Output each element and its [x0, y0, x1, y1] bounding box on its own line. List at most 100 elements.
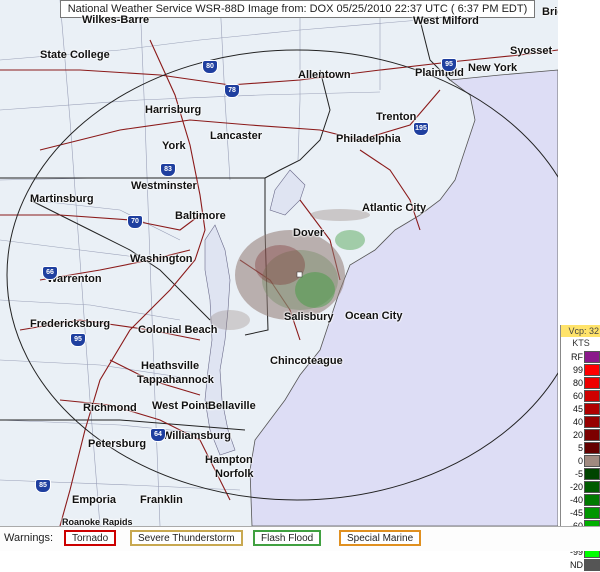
- city-label: Washington: [130, 253, 193, 265]
- legend-row: 40: [561, 416, 600, 429]
- chesapeake-bay: [204, 224, 236, 456]
- city-label: State College: [40, 49, 110, 61]
- legend-label: 0: [577, 456, 583, 466]
- legend-swatch: [584, 429, 600, 441]
- city-label: Syosset: [510, 45, 553, 57]
- legend-label: -5: [574, 469, 583, 479]
- radar-site-marker: [296, 271, 303, 278]
- city-label: Atlantic City: [362, 202, 427, 214]
- city-label: Martinsburg: [30, 193, 94, 205]
- legend-swatch: [584, 468, 600, 480]
- city-label: Wilkes-Barre: [82, 14, 150, 26]
- city-label: Richmond: [83, 402, 137, 414]
- interstate-shield: 80: [202, 60, 218, 74]
- legend-label: 45: [572, 404, 583, 414]
- warning-toggle-flash-flood[interactable]: Flash Flood: [253, 530, 322, 546]
- city-label: York: [162, 140, 186, 152]
- legend-swatch: [584, 455, 600, 467]
- map-basemap: [0, 0, 558, 526]
- legend-row: 99: [561, 364, 600, 377]
- legend-row: 5: [561, 442, 600, 455]
- legend-product: Vcp: 32: [561, 325, 600, 337]
- city-label: Colonial Beach: [138, 324, 218, 336]
- city-label: Dover: [293, 227, 325, 239]
- city-label: Heathsville: [141, 360, 200, 372]
- city-label: Harrisburg: [145, 104, 202, 116]
- legend-label: 40: [572, 417, 583, 427]
- legend-swatch: [584, 507, 600, 519]
- warning-toggle-tornado[interactable]: Tornado: [64, 530, 117, 546]
- interstate-shield: 78: [224, 84, 240, 98]
- legend-label: 99: [572, 365, 583, 375]
- city-label: Franklin: [140, 494, 183, 506]
- radar-map[interactable]: National Weather Service WSR-88D Image f…: [0, 0, 558, 526]
- legend-swatch: [584, 559, 600, 571]
- legend-row: 45: [561, 403, 600, 416]
- city-label: Tappahannock: [137, 374, 214, 386]
- city-label: Philadelphia: [336, 133, 401, 145]
- legend-swatch: [584, 364, 600, 376]
- legend-label: 20: [572, 430, 583, 440]
- interstate-shield: 95: [70, 333, 86, 347]
- legend-row: 60: [561, 390, 600, 403]
- legend-label: RF: [571, 352, 583, 362]
- city-label: Bridgeport: [542, 6, 558, 18]
- city-label: Trenton: [376, 111, 417, 123]
- legend-row: 80: [561, 377, 600, 390]
- city-label: Roanoke Rapids: [62, 517, 133, 526]
- city-label: Lancaster: [210, 130, 262, 142]
- legend-swatch: [584, 481, 600, 493]
- delaware-bay: [269, 169, 306, 216]
- legend-label: 5: [577, 443, 583, 453]
- interstate-shield: 95: [441, 58, 457, 72]
- city-label: Ocean City: [345, 310, 403, 322]
- legend-row: -45: [561, 507, 600, 520]
- legend-label: ND: [570, 560, 583, 570]
- city-label: Baltimore: [175, 210, 226, 222]
- legend-row: -5: [561, 468, 600, 481]
- legend-label: -40: [569, 495, 583, 505]
- city-label: Chincoteague: [270, 355, 343, 367]
- legend-row: -20: [561, 481, 600, 494]
- interstate-shield: 70: [127, 215, 143, 229]
- city-label: Petersburg: [88, 438, 147, 450]
- legend-swatch: [584, 494, 600, 506]
- legend-swatch: [584, 416, 600, 428]
- warnings-bar: Warnings: Tornado Severe Thunderstorm Fl…: [0, 526, 600, 551]
- city-label: Bellaville: [208, 400, 256, 412]
- city-label: Allentown: [298, 69, 351, 81]
- warning-toggle-severe-thunderstorm[interactable]: Severe Thunderstorm: [130, 530, 243, 546]
- radar-viewer: National Weather Service WSR-88D Image f…: [0, 0, 600, 571]
- city-label: West Milford: [413, 15, 479, 27]
- city-label: New York: [468, 62, 518, 74]
- legend-label: 80: [572, 378, 583, 388]
- city-label: Salisbury: [284, 311, 334, 323]
- legend-row: ND: [561, 559, 600, 572]
- city-label: Plainfield: [415, 67, 464, 79]
- interstate-shield: 64: [150, 428, 166, 442]
- legend-swatch: [584, 442, 600, 454]
- legend-label: 60: [572, 391, 583, 401]
- city-label: Williamsburg: [162, 430, 231, 442]
- legend-swatch: [584, 351, 600, 363]
- interstate-shield: 66: [42, 266, 58, 280]
- city-label: Norfolk: [215, 468, 254, 480]
- warning-toggle-special-marine[interactable]: Special Marine: [339, 530, 422, 546]
- city-label: West Point: [152, 400, 209, 412]
- interstate-shield: 85: [35, 479, 51, 493]
- velocity-legend: Vcp: 32 KTS RF 99 80 60 45 40 20 5 0 -5 -20 -40 -45-…: [560, 325, 600, 571]
- warnings-title: Warnings:: [4, 532, 54, 544]
- legend-swatch: [584, 390, 600, 402]
- city-label: Westminster: [131, 180, 197, 192]
- city-label: Hampton: [205, 454, 253, 466]
- interstate-shield: 195: [413, 122, 429, 136]
- legend-row: -40: [561, 494, 600, 507]
- interstate-shield: 83: [160, 163, 176, 177]
- legend-swatch: [584, 403, 600, 415]
- legend-swatch: [584, 377, 600, 389]
- legend-row: RF: [561, 351, 600, 364]
- legend-units: KTS: [572, 338, 590, 348]
- city-label: Emporia: [72, 494, 117, 506]
- legend-label: -20: [569, 482, 583, 492]
- legend-row: 0: [561, 455, 600, 468]
